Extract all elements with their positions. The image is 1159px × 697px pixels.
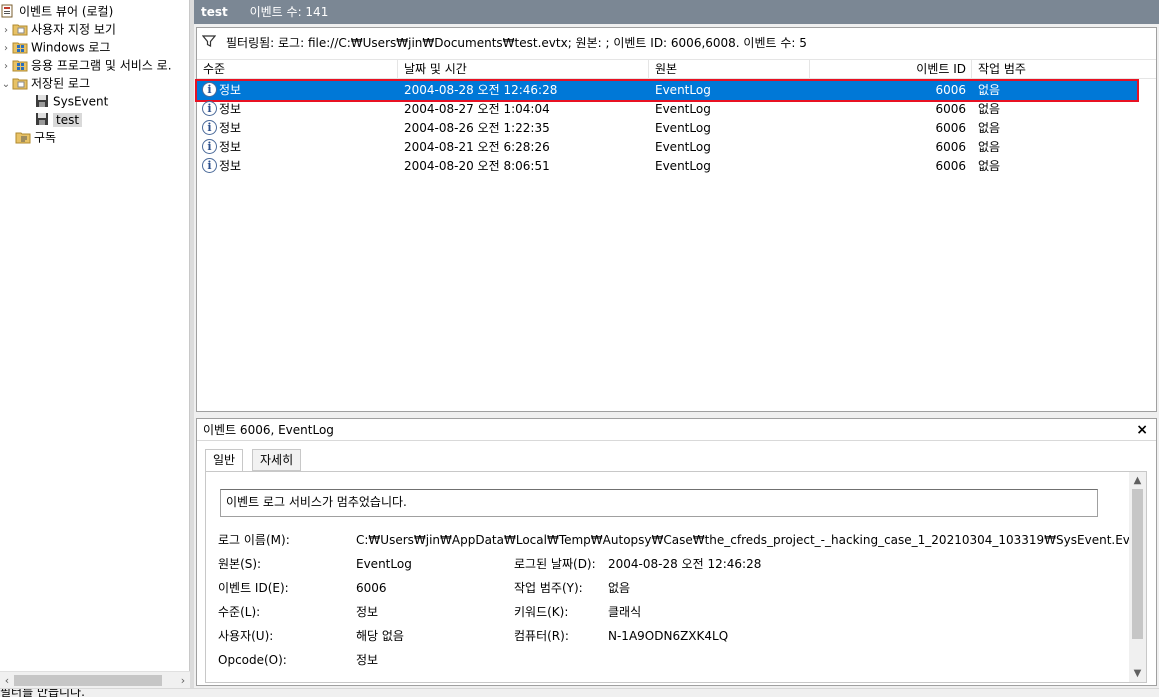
subscription-icon [15, 130, 31, 144]
computer-value: N-1A9ODN6ZXK4LQ [608, 629, 729, 643]
folder-icon [12, 76, 28, 90]
logged-date-value: 2004-08-28 오전 12:46:28 [608, 557, 762, 571]
tree-horizontal-scrollbar[interactable]: ‹ › [0, 671, 190, 688]
tab-general[interactable]: 일반 [205, 449, 244, 472]
detail-vertical-scrollbar[interactable]: ▲ ▼ [1129, 472, 1146, 682]
table-row[interactable]: i 정보 2004-08-28 오전 12:46:28 EventLog 6006… [195, 79, 1139, 102]
table-row[interactable]: i 정보 2004-08-26 오전 1:22:35 EventLog 6006 … [197, 119, 1137, 138]
general-tab-body: 이벤트 로그 서비스가 멈추었습니다. 로그 이름(M): C:₩Users₩j… [205, 471, 1147, 683]
close-icon[interactable]: × [1136, 419, 1148, 441]
info-icon: i [202, 82, 217, 97]
opcode-label: Opcode(O): [218, 653, 287, 667]
log-name-label: 로그 이름(M): [218, 533, 290, 547]
filter-text: 필터링됨: 로그: file://C:₩Users₩jin₩Documents₩… [226, 36, 807, 50]
scroll-up-icon[interactable]: ▲ [1129, 472, 1146, 489]
detail-title-bar: 이벤트 6006, EventLog × [197, 419, 1156, 441]
tree-item-event-viewer[interactable]: 이벤트 뷰어 (로컬) [0, 2, 113, 20]
keyword-label: 키워드(K): [514, 605, 569, 619]
tree-item-subscriptions[interactable]: 구독 [15, 128, 56, 146]
detail-title: 이벤트 6006, EventLog [203, 423, 334, 437]
log-title: test [201, 5, 228, 19]
scrollbar-thumb[interactable] [14, 675, 162, 686]
tree-item-saved-logs[interactable]: ⌄ 저장된 로그 [0, 74, 90, 92]
info-icon: i [202, 120, 217, 135]
scrollbar-thumb[interactable] [1132, 489, 1143, 639]
scroll-left-icon[interactable]: ‹ [0, 672, 14, 689]
log-name-value: C:₩Users₩jin₩AppData₩Local₩Temp₩Autopsy₩… [356, 533, 1135, 547]
chevron-down-icon[interactable]: ⌄ [0, 76, 12, 94]
keyword-value: 클래식 [608, 605, 642, 619]
tree-item-custom-views[interactable]: › 사용자 지정 보기 [0, 20, 116, 38]
event-detail-panel: 이벤트 6006, EventLog × 일반 자세히 이벤트 로그 서비스가 … [196, 418, 1157, 686]
filter-icon [201, 29, 217, 59]
status-text: 필터를 만듭니다. [0, 688, 85, 697]
table-row[interactable]: i 정보 2004-08-21 오전 6:28:26 EventLog 6006 … [197, 138, 1137, 157]
event-viewer-icon [0, 4, 16, 18]
table-row[interactable]: i 정보 2004-08-20 오전 8:06:51 EventLog 6006 … [197, 157, 1137, 176]
source-label: 원본(S): [218, 557, 262, 571]
event-list-panel: 필터링됨: 로그: file://C:₩Users₩jin₩Documents₩… [195, 27, 1157, 412]
task-category-value: 없음 [608, 581, 631, 595]
computer-label: 컴퓨터(R): [514, 629, 569, 643]
source-value: EventLog [356, 557, 412, 571]
windows-log-icon [12, 58, 28, 72]
saved-log-icon [34, 94, 50, 108]
event-id-label: 이벤트 ID(E): [218, 581, 289, 595]
level-value: 정보 [356, 605, 379, 619]
event-count: 이벤트 수: 141 [249, 5, 329, 19]
navigation-tree: 이벤트 뷰어 (로컬) › 사용자 지정 보기 › Windows 로그 › 응… [0, 0, 190, 688]
tree-item-windows-logs[interactable]: › Windows 로그 [0, 38, 110, 56]
level-label: 수준(L): [218, 605, 261, 619]
tree-item-test[interactable]: test [34, 110, 83, 128]
tab-details[interactable]: 자세히 [252, 449, 302, 471]
column-header-level[interactable]: 수준 [197, 60, 398, 79]
table-row[interactable]: i 정보 2004-08-27 오전 1:04:04 EventLog 6006 … [197, 100, 1137, 119]
user-value: 해당 없음 [356, 629, 404, 643]
info-icon: i [202, 139, 217, 154]
info-icon: i [202, 101, 217, 116]
filter-bar: 필터링됨: 로그: file://C:₩Users₩jin₩Documents₩… [197, 28, 1156, 60]
event-id-value: 6006 [356, 581, 387, 595]
log-header: test 이벤트 수: 141 [194, 0, 1159, 24]
user-label: 사용자(U): [218, 629, 274, 643]
column-header-source[interactable]: 원본 [649, 60, 810, 79]
status-bar: 필터를 만듭니다. [0, 688, 1159, 697]
info-icon: i [202, 158, 217, 173]
logged-date-label: 로그된 날짜(D): [514, 557, 596, 571]
event-message[interactable]: 이벤트 로그 서비스가 멈추었습니다. [220, 489, 1098, 517]
column-header-task[interactable]: 작업 범주 [972, 60, 1158, 79]
saved-log-icon [34, 112, 50, 126]
task-category-label: 작업 범주(Y): [514, 581, 583, 595]
column-header-date[interactable]: 날짜 및 시간 [398, 60, 649, 79]
pane-splitter[interactable] [190, 0, 194, 688]
scroll-down-icon[interactable]: ▼ [1129, 665, 1146, 682]
tree-item-sysevent[interactable]: SysEvent [34, 92, 108, 110]
tree-item-app-service-logs[interactable]: › 응용 프로그램 및 서비스 로. [0, 56, 172, 74]
column-headers: 수준 날짜 및 시간 원본 이벤트 ID 작업 범주 [197, 60, 1156, 79]
folder-icon [12, 22, 28, 36]
column-header-event-id[interactable]: 이벤트 ID [810, 60, 972, 79]
scroll-right-icon[interactable]: › [176, 672, 190, 689]
windows-log-icon [12, 40, 28, 54]
opcode-value: 정보 [356, 653, 379, 667]
